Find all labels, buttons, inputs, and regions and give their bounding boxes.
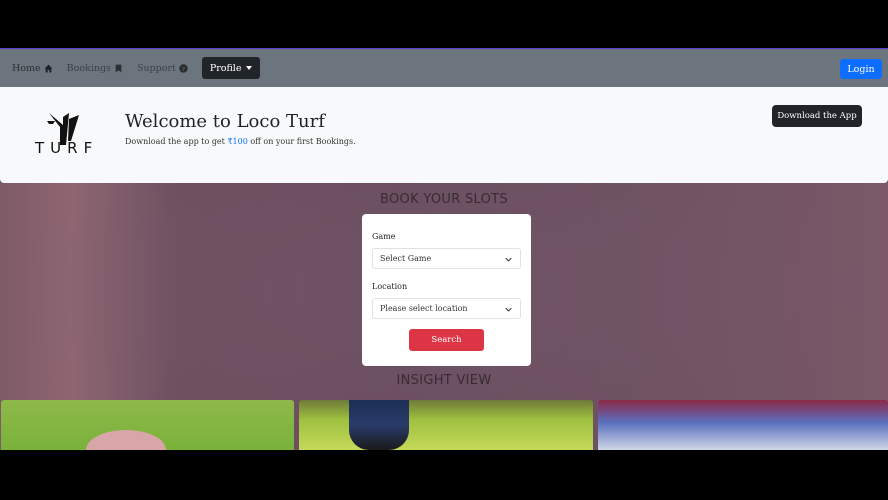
welcome-banner: TURF Welcome to Loco Turf Download the a… bbox=[0, 87, 888, 183]
nav-bookings-link[interactable]: Bookings bbox=[67, 63, 123, 74]
house-icon bbox=[44, 64, 53, 72]
book-slots-title: BOOK YOUR SLOTS bbox=[380, 192, 508, 207]
location-select-value: Please select location bbox=[380, 304, 468, 313]
insight-image-2[interactable] bbox=[299, 400, 593, 450]
profile-label: Profile bbox=[209, 62, 242, 74]
nav-support-link[interactable]: Support ? bbox=[137, 63, 188, 74]
location-select[interactable]: Please select location bbox=[372, 298, 521, 319]
svg-text:?: ? bbox=[182, 66, 185, 72]
nav-home-label: Home bbox=[12, 62, 41, 74]
promo-amount: ₹100 bbox=[227, 137, 248, 146]
profile-dropdown-button[interactable]: Profile bbox=[201, 57, 261, 79]
chevron-down-icon bbox=[505, 257, 512, 262]
booking-form-card: Game Select Game Location Please select … bbox=[362, 214, 531, 366]
promo-prefix: Download the app to get bbox=[125, 137, 228, 146]
promo-text: Download the app to get ₹100 off on your… bbox=[125, 137, 356, 146]
navbar: Home Bookings Support ? Profile Login bbox=[0, 49, 888, 87]
caret-down-icon bbox=[246, 66, 253, 70]
question-circle-icon: ? bbox=[179, 63, 188, 72]
chevron-down-icon bbox=[505, 307, 512, 312]
insight-image-1-detail bbox=[86, 430, 166, 450]
game-select-value: Select Game bbox=[380, 254, 432, 263]
insight-image-2-detail bbox=[349, 400, 409, 450]
nav-home-link[interactable]: Home bbox=[12, 63, 53, 74]
download-app-button[interactable]: Download the App bbox=[772, 105, 862, 127]
insight-image-3[interactable] bbox=[598, 400, 888, 450]
promo-suffix: off on your first Bookings. bbox=[247, 137, 356, 146]
nav-support-label: Support bbox=[136, 62, 176, 74]
bookmark-icon bbox=[115, 64, 122, 72]
welcome-title: Welcome to Loco Turf bbox=[125, 111, 325, 132]
location-label: Location bbox=[372, 282, 408, 291]
game-label: Game bbox=[372, 232, 396, 241]
hero-section: BOOK YOUR SLOTS Game Select Game Locatio… bbox=[0, 183, 888, 450]
page-viewport: Home Bookings Support ? Profile Login TU… bbox=[0, 49, 888, 450]
game-select[interactable]: Select Game bbox=[372, 248, 521, 269]
search-button[interactable]: Search bbox=[409, 329, 484, 351]
insight-view-title: INSIGHT VIEW bbox=[396, 373, 492, 388]
insight-image-1[interactable] bbox=[1, 400, 294, 450]
login-button[interactable]: Login bbox=[840, 59, 882, 79]
logo-wordmark: TURF bbox=[35, 139, 99, 157]
nav-bookings-label: Bookings bbox=[66, 62, 111, 74]
